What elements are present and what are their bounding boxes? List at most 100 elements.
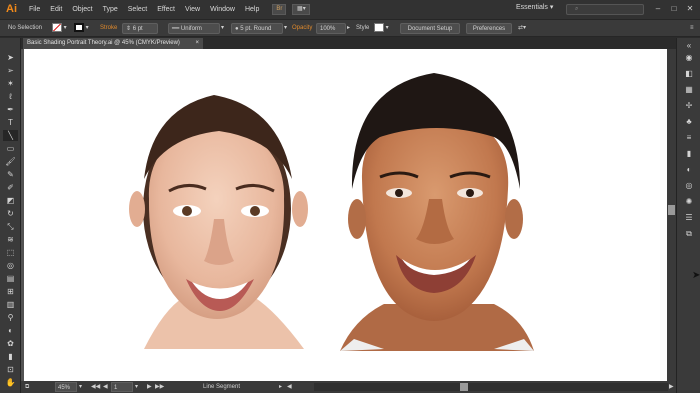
control-bar: No Selection ▾ ▾ Stroke ⇕ 6 pt ━━ Unifor… [0,19,700,37]
document-setup-button[interactable]: Document Setup [400,23,460,34]
horizontal-scroll-thumb[interactable] [460,383,468,391]
portrait-artwork [129,73,534,351]
layers-panel-icon[interactable]: ☰ [682,212,696,223]
stroke-weight-field[interactable]: ⇕ 6 pt [122,23,158,34]
search-input[interactable]: ⌕ [566,4,644,15]
appearance-panel-icon[interactable]: ◎ [682,180,696,191]
preferences-button[interactable]: Preferences [466,23,512,34]
type-tool-icon[interactable]: T [3,117,18,128]
symbol-sprayer-tool-icon[interactable]: ✿ [3,338,18,349]
rotate-tool-icon[interactable]: ↻ [3,208,18,219]
arrange-documents-button[interactable]: ▦▾ [292,4,311,15]
menu-view[interactable]: View [180,0,205,19]
artboard-navigation-icon[interactable]: ⧉ [25,382,29,392]
variable-width-profile[interactable]: ━━ Uniform [168,23,220,34]
vertical-scrollbar[interactable] [667,49,676,381]
rectangle-tool-icon[interactable]: ▭ [3,143,18,154]
selection-status: No Selection [8,25,43,31]
opacity-label[interactable]: Opacity [292,23,312,34]
menu-type[interactable]: Type [98,0,123,19]
stroke-label[interactable]: Stroke [100,23,117,34]
pencil-tool-icon[interactable]: ✎ [3,169,18,180]
shape-builder-tool-icon[interactable]: ◎ [3,260,18,271]
menu-file[interactable]: File [24,0,45,19]
transparency-panel-icon[interactable]: ◐ [682,164,696,175]
collapse-panels-icon[interactable]: « [682,40,696,51]
female-portrait [129,95,308,349]
swatches-panel-icon[interactable]: ▦ [682,84,696,95]
next-artboard-button[interactable]: ▶ [147,382,152,392]
menu-bar: Ai File Edit Object Type Select Effect V… [0,0,700,19]
free-transform-tool-icon[interactable]: ⬚ [3,247,18,258]
scroll-right-icon[interactable]: ▶ [669,382,674,392]
symbols-panel-icon[interactable]: ♣ [682,116,696,127]
zoom-dropdown-icon[interactable]: ▾ [79,382,82,392]
close-button[interactable]: ✕ [684,3,696,15]
blob-brush-tool-icon[interactable]: ✐ [3,182,18,193]
fill-swatch[interactable]: ▾ [52,23,67,34]
menu-object[interactable]: Object [67,0,97,19]
blend-tool-icon[interactable]: ◐ [3,325,18,336]
hand-tool-icon[interactable]: ✋ [3,377,18,388]
last-artboard-button[interactable]: ▶▶ [155,382,164,392]
column-graph-tool-icon[interactable]: ▮ [3,351,18,362]
gradient-panel-icon[interactable]: ▮ [682,148,696,159]
scale-tool-icon[interactable]: ⤡ [3,221,18,232]
eyedropper-tool-icon[interactable]: ⚲ [3,312,18,323]
menu-select[interactable]: Select [123,0,152,19]
opacity-field[interactable]: 100% [316,23,346,34]
vertical-scroll-thumb[interactable] [668,205,675,215]
color-panel-icon[interactable]: ◉ [682,52,696,63]
arrange-icon[interactable]: ⇄▾ [518,23,526,34]
eraser-tool-icon[interactable]: ◩ [3,195,18,206]
workspace-switcher[interactable]: Essentials ▾ [516,3,553,11]
graphic-styles-panel-icon[interactable]: ✺ [682,196,696,207]
line-segment-tool-icon[interactable]: ╲ [3,130,18,141]
canvas-area[interactable] [21,49,667,381]
stroke-weight-value: 6 pt [132,26,143,32]
menu-help[interactable]: Help [240,0,264,19]
first-artboard-button[interactable]: ◀◀ [91,382,100,392]
opacity-dropdown-icon[interactable]: ▸ [347,23,350,34]
gradient-tool-icon[interactable]: ▥ [3,299,18,310]
document-tab[interactable]: Basic Shading Portrait Theory.ai @ 45% (… [23,38,203,49]
brush-definition[interactable]: ● 5 pt. Round [231,23,283,34]
magic-wand-tool-icon[interactable]: ✶ [3,78,18,89]
artboard-tool-icon[interactable]: ⊡ [3,364,18,375]
direct-selection-tool-icon[interactable]: ➢ [3,65,18,76]
mesh-tool-icon[interactable]: ⊞ [3,286,18,297]
graphic-style-swatch[interactable]: ▾ [374,23,389,34]
perspective-grid-tool-icon[interactable]: ▤ [3,273,18,284]
stroke-swatch[interactable]: ▾ [74,23,89,34]
stroke-panel-icon[interactable]: ≡ [682,132,696,143]
bridge-button[interactable]: Br [272,4,287,15]
zoom-field[interactable]: 45% [55,382,77,392]
color-guide-panel-icon[interactable]: ◧ [682,68,696,79]
warp-tool-icon[interactable]: ≋ [3,234,18,245]
previous-artboard-button[interactable]: ◀ [103,382,108,392]
menu-window[interactable]: Window [205,0,240,19]
paintbrush-tool-icon[interactable]: 🖌 [3,156,18,167]
artboard-dropdown-icon[interactable]: ▾ [135,382,138,392]
maximize-button[interactable]: □ [668,3,680,15]
status-bar: ⧉ 45% ▾ ◀◀ ◀ 1 ▾ ▶ ▶▶ Line Segment ▸ ◀ ▶ [21,381,676,393]
lasso-tool-icon[interactable]: ℓ [3,91,18,102]
menu-edit[interactable]: Edit [45,0,67,19]
selection-tool-icon[interactable]: ➤ [3,52,18,63]
brushes-panel-icon[interactable]: ✢ [682,100,696,111]
pen-tool-icon[interactable]: ✒ [3,104,18,115]
tab-close-icon[interactable]: × [195,38,199,49]
menu-effect[interactable]: Effect [152,0,180,19]
minimize-button[interactable]: – [652,3,664,15]
brush-dropdown-icon[interactable]: ▾ [284,23,287,34]
status-menu-icon[interactable]: ▸ [279,382,282,392]
panel-menu-icon[interactable]: ≡ [690,23,694,34]
horizontal-scrollbar[interactable] [314,383,668,391]
current-tool-label: Line Segment [203,384,241,390]
artboard[interactable] [24,49,667,381]
profile-dropdown-icon[interactable]: ▾ [221,23,224,34]
artboard-number-field[interactable]: 1 [111,382,133,392]
search-icon: ⌕ [575,6,579,12]
scroll-left-icon[interactable]: ◀ [287,382,292,392]
artboards-panel-icon[interactable]: ⧉ [682,228,696,239]
